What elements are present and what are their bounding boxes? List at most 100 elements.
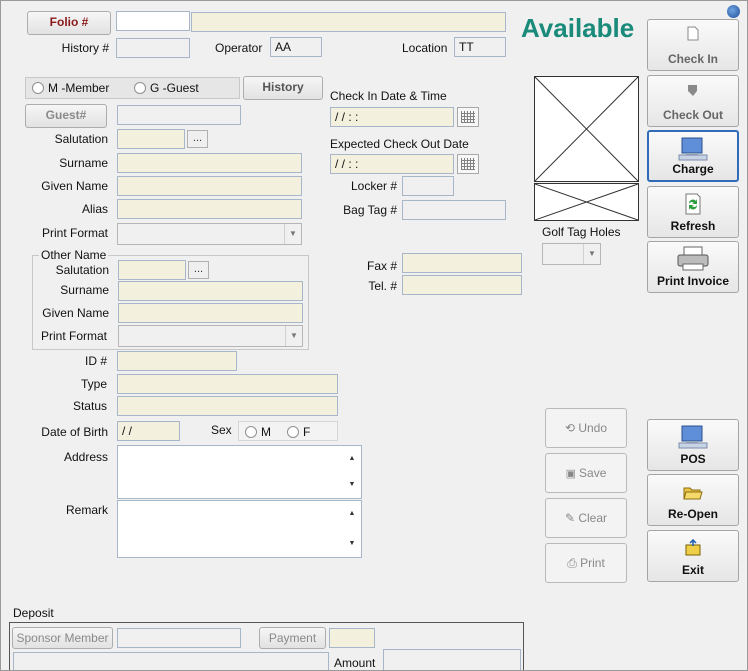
- other-surname-label: Surname: [60, 283, 109, 297]
- tel-label: Tel. #: [368, 279, 397, 293]
- checkout-datetime-field[interactable]: / / : :: [330, 154, 454, 174]
- sponsor-member-button[interactable]: Sponsor Member: [12, 627, 113, 649]
- locker-field[interactable]: [402, 176, 454, 196]
- fax-label: Fax #: [366, 259, 397, 273]
- guest-number-button[interactable]: Guest#: [25, 104, 107, 128]
- pos-button[interactable]: POS: [647, 419, 739, 471]
- sponsor-member-name-field[interactable]: [13, 652, 329, 670]
- sex-f-label: F: [303, 425, 311, 439]
- member-radio-label: M -Member: [48, 81, 110, 95]
- remark-textarea[interactable]: ▲ ▼: [117, 500, 362, 558]
- salutation-lookup-button[interactable]: ...: [187, 130, 208, 148]
- operator-label: Operator: [215, 41, 263, 55]
- sponsor-member-field[interactable]: [117, 628, 241, 648]
- folio-number-field[interactable]: [116, 11, 190, 31]
- document-icon: [687, 26, 699, 41]
- alias-field[interactable]: [117, 199, 302, 219]
- exit-folder-icon: [685, 539, 701, 556]
- pos-label: POS: [680, 452, 706, 466]
- calendar-icon[interactable]: [457, 107, 479, 127]
- charge-button[interactable]: Charge: [647, 130, 739, 182]
- id-label: ID #: [84, 354, 107, 368]
- sex-m-radio[interactable]: M: [245, 425, 271, 439]
- type-field[interactable]: [117, 374, 338, 394]
- reopen-label: Re-Open: [667, 507, 718, 521]
- dob-label: Date of Birth: [41, 425, 108, 439]
- bag-tag-field[interactable]: [402, 200, 506, 220]
- undo-label: Undo: [578, 421, 608, 435]
- folio-description-field[interactable]: [191, 12, 506, 32]
- golf-tag-holes-label: Golf Tag Holes: [542, 225, 621, 239]
- undo-button[interactable]: ⟲ Undo: [545, 408, 627, 448]
- member-radio[interactable]: M -Member: [32, 81, 109, 95]
- other-given-name-field[interactable]: [118, 303, 303, 323]
- other-print-format-select[interactable]: ▼: [118, 325, 303, 347]
- hand-pointer-icon: [688, 85, 697, 96]
- operator-field[interactable]: AA: [270, 37, 322, 57]
- print-button[interactable]: ⎙ Print: [545, 543, 627, 583]
- location-field[interactable]: TT: [454, 37, 506, 57]
- exit-button[interactable]: Exit: [647, 530, 739, 582]
- other-salutation-lookup-button[interactable]: ...: [188, 261, 209, 279]
- guest-number-field[interactable]: [117, 105, 241, 125]
- location-label: Location: [402, 41, 448, 55]
- address-label: Address: [63, 450, 108, 464]
- salutation-field[interactable]: [117, 129, 185, 149]
- surname-label: Surname: [59, 156, 108, 170]
- bag-tag-label: Bag Tag #: [343, 203, 397, 217]
- scrollbar[interactable]: ▲ ▼: [344, 447, 360, 497]
- address-textarea[interactable]: ▲ ▼: [117, 445, 362, 499]
- refresh-icon: [685, 193, 701, 215]
- other-salutation-field[interactable]: [118, 260, 186, 280]
- id-field[interactable]: [117, 351, 237, 371]
- surname-field[interactable]: [117, 153, 302, 173]
- dob-field[interactable]: / /: [117, 421, 180, 441]
- history-number-field[interactable]: [116, 38, 190, 58]
- sex-f-radio[interactable]: F: [287, 425, 310, 439]
- save-button[interactable]: ▣ Save: [545, 453, 627, 493]
- tel-field[interactable]: [402, 275, 522, 295]
- payment-field[interactable]: [329, 628, 375, 648]
- check-out-button[interactable]: Check Out: [647, 75, 739, 127]
- golf-tag-holes-select[interactable]: ▼: [542, 243, 601, 265]
- refresh-label: Refresh: [670, 219, 716, 233]
- clear-button[interactable]: ✎ Clear: [545, 498, 627, 538]
- calendar-icon[interactable]: [457, 154, 479, 174]
- deposit-title: Deposit: [13, 606, 54, 620]
- globe-icon[interactable]: [727, 5, 740, 18]
- clear-icon: ✎: [564, 511, 579, 525]
- other-surname-field[interactable]: [118, 281, 303, 301]
- print-label: Print: [580, 556, 605, 570]
- other-print-format-label: Print Format: [40, 329, 107, 343]
- sex-label: Sex: [211, 423, 232, 437]
- checkout-label: Expected Check Out Date: [330, 137, 469, 151]
- fax-field[interactable]: [402, 253, 522, 273]
- chevron-down-icon: ▼: [285, 326, 302, 346]
- other-name-title: Other Name: [39, 248, 109, 262]
- locker-label: Locker #: [350, 179, 397, 193]
- amount-field[interactable]: [383, 649, 521, 670]
- print-invoice-label: Print Invoice: [656, 274, 730, 288]
- scrollbar[interactable]: ▲ ▼: [344, 502, 360, 556]
- print-format-select[interactable]: ▼: [117, 223, 302, 245]
- print-invoice-button[interactable]: Print Invoice: [647, 241, 739, 293]
- checkin-label: Check In Date & Time: [330, 89, 447, 103]
- guest-radio[interactable]: G -Guest: [134, 81, 199, 95]
- other-salutation-label: Salutation: [55, 263, 109, 277]
- reopen-button[interactable]: Re-Open: [647, 474, 739, 526]
- folio-button[interactable]: Folio #: [27, 11, 111, 35]
- guest-radio-label: G -Guest: [150, 81, 199, 95]
- salutation-label: Salutation: [54, 132, 108, 146]
- checkin-datetime-field[interactable]: / / : :: [330, 107, 454, 127]
- payment-button[interactable]: Payment: [259, 627, 326, 649]
- given-name-field[interactable]: [117, 176, 302, 196]
- print-format-label: Print Format: [41, 226, 108, 240]
- check-in-button[interactable]: Check In: [647, 19, 739, 71]
- sex-radio-group: M F: [238, 421, 338, 441]
- refresh-button[interactable]: Refresh: [647, 186, 739, 238]
- history-number-label: History #: [61, 41, 109, 55]
- save-label: Save: [579, 466, 607, 480]
- status-field[interactable]: [117, 396, 338, 416]
- history-button[interactable]: History: [243, 76, 323, 100]
- signature-placeholder: [534, 183, 639, 221]
